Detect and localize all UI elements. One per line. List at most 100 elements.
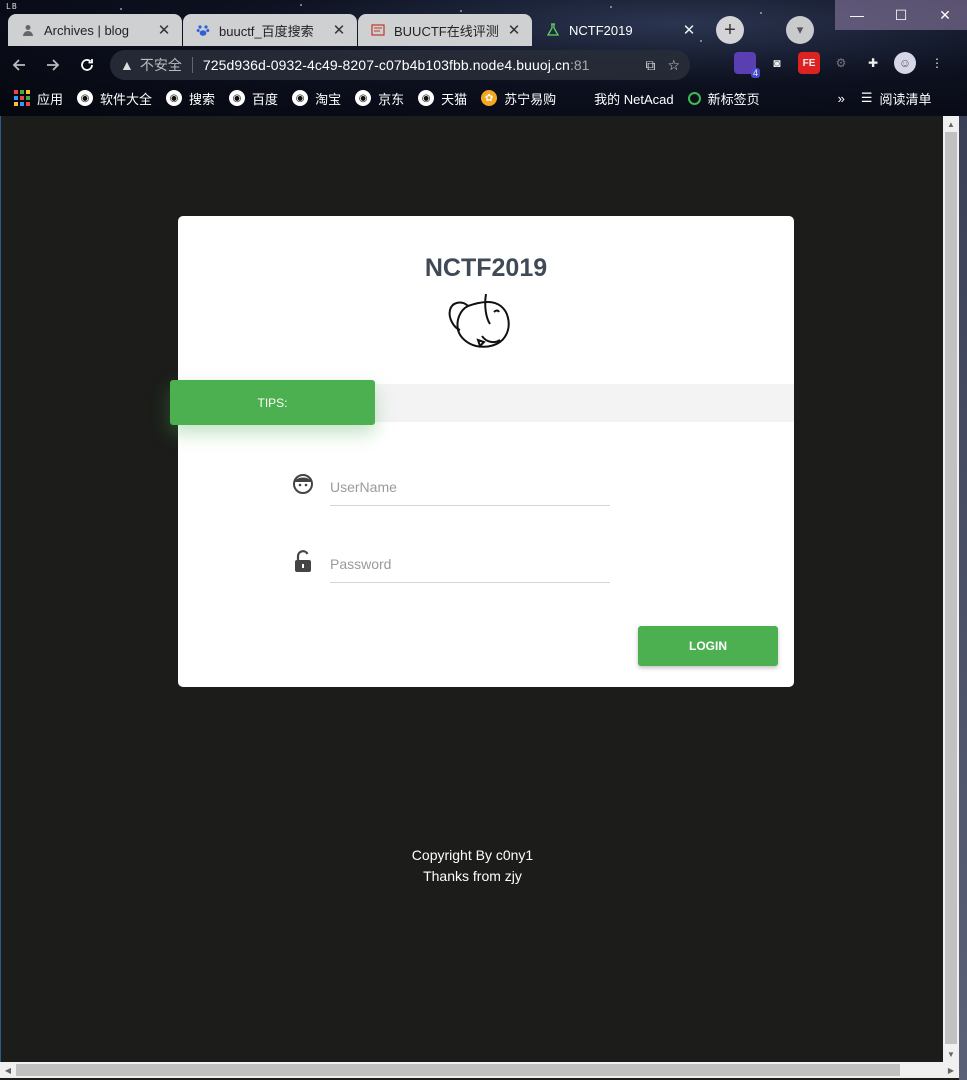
vertical-scrollbar[interactable]: ▲ ▼: [943, 116, 959, 1062]
tab-close-icon[interactable]: ✕: [156, 21, 172, 39]
url-host: 725d936d-0932-4c49-8207-c07b4b103fbb.nod…: [202, 57, 570, 73]
bookmark-apps[interactable]: 应用: [14, 89, 63, 108]
desktop-background: [959, 116, 967, 1080]
bookmark-item[interactable]: ◉ 天猫: [418, 89, 467, 108]
bookmark-label: 新标签页: [707, 91, 760, 107]
footer: Copyright By c0ny1 Thanks from zjy: [1, 845, 944, 887]
globe-icon: ◉: [355, 90, 372, 106]
scroll-up-icon[interactable]: ▲: [943, 116, 959, 132]
scrollbar-thumb[interactable]: [16, 1064, 900, 1076]
bookmark-item[interactable]: ✿ 苏宁易购: [481, 89, 556, 108]
php-elephant-logo-icon: [448, 293, 510, 348]
bookmark-item[interactable]: ◉ 搜索: [166, 89, 215, 108]
address-bar[interactable]: ▲ 不安全 725d936d-0932-4c49-8207-c07b4b103f…: [110, 50, 690, 80]
tab-nctf2019[interactable]: NCTF2019 ✕: [533, 14, 707, 46]
bookmark-star-icon[interactable]: ☆: [667, 57, 680, 74]
thanks-text: Thanks from zjy: [423, 868, 522, 884]
bookmark-label: 苏宁易购: [504, 91, 557, 107]
buuctf-icon: [370, 22, 386, 38]
arrow-left-icon: [12, 59, 25, 71]
password-field: [295, 545, 612, 585]
scroll-left-icon[interactable]: ◀: [0, 1062, 16, 1078]
tab-close-icon[interactable]: ✕: [331, 21, 347, 39]
bookmark-item[interactable]: 我的 NetAcad: [594, 89, 673, 108]
baidu-paw-icon: [195, 22, 211, 38]
new-tab-button[interactable]: +: [716, 16, 744, 44]
scroll-right-icon[interactable]: ▶: [943, 1062, 959, 1078]
login-button[interactable]: LOGIN: [638, 626, 778, 666]
bookmark-label: 百度: [252, 91, 279, 107]
tab-title: Archives | blog: [44, 22, 130, 38]
bookmark-label: 搜索: [189, 91, 216, 107]
extension-badge-icon[interactable]: 4: [734, 52, 760, 78]
reading-list-icon: ☰: [860, 90, 873, 105]
back-button[interactable]: [4, 50, 34, 80]
minimize-button[interactable]: —: [835, 0, 879, 30]
extension-badge-count: 4: [750, 68, 760, 78]
username-input[interactable]: [330, 468, 610, 506]
scrollbar-thumb[interactable]: [945, 132, 957, 1044]
avatar[interactable]: ☺: [894, 52, 916, 74]
forward-button[interactable]: [38, 50, 68, 80]
unlock-icon: [295, 550, 311, 572]
menu-dots-icon[interactable]: ⋮: [926, 52, 948, 74]
reload-button[interactable]: [72, 50, 102, 80]
window-brand: LB: [6, 2, 18, 11]
flask-icon: [545, 22, 561, 38]
reading-list-button[interactable]: ☰ 阅读清单: [861, 89, 932, 108]
bookmark-item[interactable]: ◉ 京东: [355, 89, 404, 108]
bookmark-label: 天猫: [441, 91, 468, 107]
reload-icon: [81, 59, 93, 71]
bookmark-label: 软件大全: [100, 91, 153, 107]
tab-archives-blog[interactable]: Archives | blog ✕: [8, 14, 182, 46]
bookmark-item[interactable]: ◉ 百度: [229, 89, 278, 108]
arrow-right-icon: [47, 59, 60, 71]
login-card: NCTF2019 LOGIN: [178, 216, 794, 687]
scroll-down-icon[interactable]: ▼: [943, 1046, 959, 1062]
puzzle-icon[interactable]: ✚: [862, 52, 884, 74]
tab-close-icon[interactable]: ✕: [681, 21, 697, 39]
tips-button[interactable]: TIPS:: [170, 380, 375, 425]
globe-icon: ◉: [166, 90, 183, 106]
bookmark-label: 我的 NetAcad: [594, 91, 674, 107]
bookmarks-overflow-button[interactable]: »: [838, 91, 845, 106]
bookmark-label: 淘宝: [315, 91, 342, 107]
warning-icon: ▲: [120, 57, 134, 73]
page-title: NCTF2019: [424, 254, 548, 282]
maximize-button[interactable]: ☐: [879, 0, 923, 30]
username-field: [293, 468, 612, 508]
close-window-button[interactable]: ✕: [923, 0, 967, 30]
bookmark-label: 京东: [378, 91, 405, 107]
robot-extension-icon[interactable]: ◙: [766, 52, 788, 74]
extensions-area: 4 ◙ FE ⚙ ✚ ☺ ⋮: [734, 52, 948, 78]
suning-icon: ✿: [481, 90, 498, 106]
newtab-icon: [687, 91, 701, 105]
tab-baidu-search[interactable]: buuctf_百度搜索 ✕: [183, 14, 357, 46]
tab-title: NCTF2019: [569, 22, 633, 38]
gear-extension-icon[interactable]: ⚙: [830, 52, 852, 74]
tab-strip: Archives | blog ✕ buuctf_百度搜索 ✕ BUUCTF在线…: [8, 14, 744, 46]
bookmarks-bar: 应用 ◉ 软件大全 ◉ 搜索 ◉ 百度 ◉ 淘宝 ◉ 京东 ◉ 天猫 ✿ 苏宁易购 我的 Ne…: [0, 84, 967, 112]
horizontal-scrollbar[interactable]: ◀ ▶: [0, 1062, 959, 1078]
tab-search-icon[interactable]: ▾: [786, 16, 814, 44]
security-label: 不安全: [139, 57, 182, 73]
translate-icon[interactable]: ⧉: [645, 57, 655, 74]
bookmark-item[interactable]: ◉ 淘宝: [292, 89, 341, 108]
tab-title: BUUCTF在线评测: [394, 23, 499, 39]
apps-grid-icon: [14, 90, 30, 106]
user-face-icon: [293, 474, 313, 494]
person-icon: [20, 22, 36, 38]
tab-title: buuctf_百度搜索: [219, 23, 314, 39]
reading-list-label: 阅读清单: [879, 91, 932, 107]
tab-buuctf[interactable]: BUUCTF在线评测 ✕: [358, 14, 532, 46]
password-input[interactable]: [330, 545, 610, 583]
bookmark-item[interactable]: ◉ 软件大全: [77, 89, 152, 108]
globe-icon: ◉: [229, 90, 246, 106]
bookmark-item[interactable]: 新标签页: [687, 89, 760, 108]
globe-icon: ◉: [418, 90, 435, 106]
browser-toolbar: ▲ 不安全 725d936d-0932-4c49-8207-c07b4b103f…: [0, 48, 967, 82]
tab-close-icon[interactable]: ✕: [506, 21, 522, 39]
copyright-text: Copyright By c0ny1: [411, 847, 534, 863]
fe-extension-icon[interactable]: FE: [798, 52, 820, 74]
browser-chrome: LB — ☐ ✕ Archives | blog ✕ buuctf_百度搜索 ✕…: [0, 0, 967, 116]
